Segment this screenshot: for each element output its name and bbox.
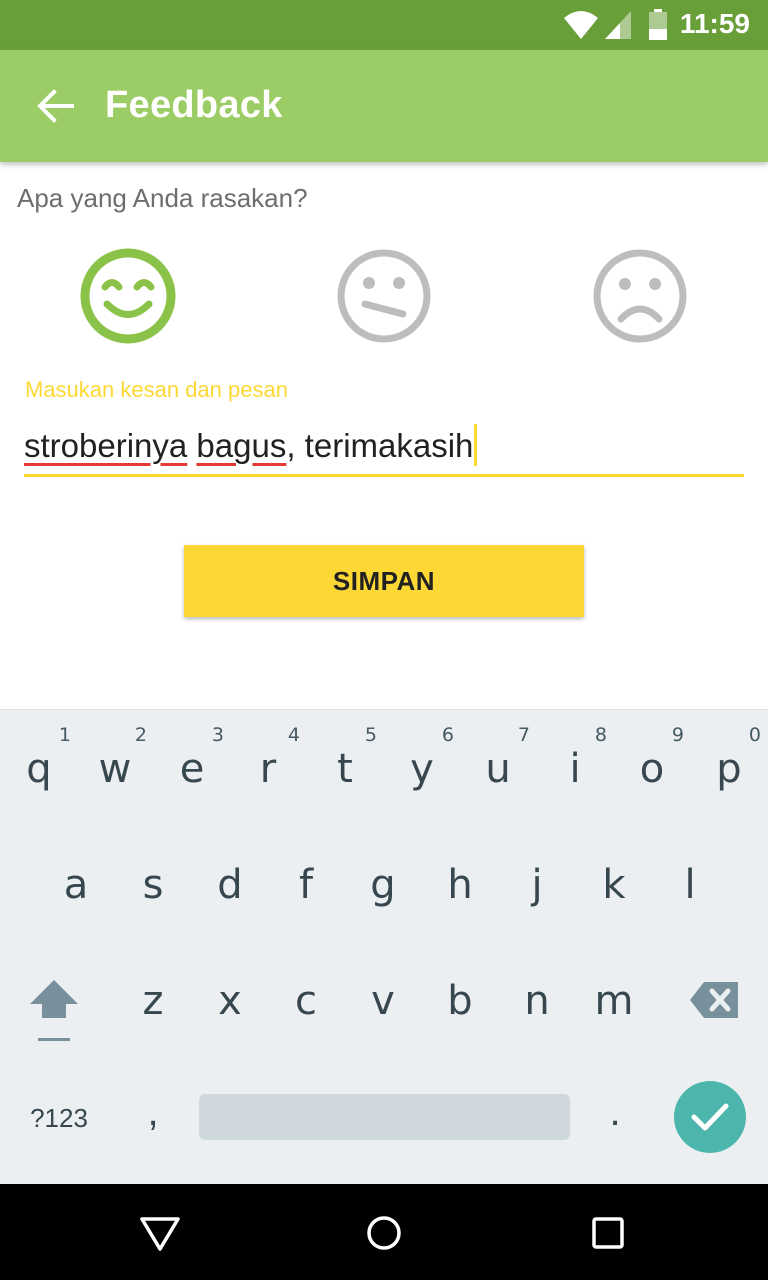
key-b[interactable]: b [422,942,498,1052]
happy-face-icon[interactable] [79,247,177,345]
check-icon [691,1103,729,1131]
key-t[interactable]: 5t [307,710,383,820]
key-q[interactable]: 1q [1,710,77,820]
key-label: w [98,746,132,792]
save-button[interactable]: SIMPAN [184,545,584,617]
key-label: l [684,862,696,908]
feedback-input[interactable]: stroberinya bagus, terimakasih [24,418,744,477]
key-label: r [259,746,277,792]
key-e[interactable]: 3e [154,710,230,820]
key-label: t [337,746,353,792]
key-hint: 4 [287,724,300,746]
sad-face-icon[interactable] [591,247,689,345]
symbols-key[interactable]: ?123 [14,1098,104,1148]
key-h[interactable]: h [422,826,498,936]
key-hint: 0 [748,724,761,746]
key-p[interactable]: 0p [691,710,767,820]
mood-question: Apa yang Anda rasakan? [17,183,308,213]
status-time: 11:59 [679,8,750,39]
input-text-rest: , terimakasih [286,427,474,464]
key-label: a [63,862,89,908]
key-g[interactable]: g [345,826,421,936]
space-key[interactable] [199,1094,570,1140]
neutral-face-icon[interactable] [335,247,433,345]
key-f[interactable]: f [268,826,344,936]
back-arrow-icon[interactable] [36,88,76,124]
key-label: b [447,978,473,1024]
key-label: p [716,746,742,792]
key-a[interactable]: a [38,826,114,936]
text-cursor [474,424,478,466]
key-label: q [26,746,52,792]
system-nav-bar [0,1184,768,1280]
key-x[interactable]: x [192,942,268,1052]
key-label: i [569,746,581,792]
misspelled-word: bagus [196,427,287,464]
key-label: m [594,978,634,1024]
key-label: h [447,862,473,908]
key-o[interactable]: 9o [614,710,690,820]
key-label: u [485,746,511,792]
key-hint: 5 [364,724,377,746]
key-m[interactable]: m [576,942,652,1052]
key-k[interactable]: k [576,826,652,936]
feedback-input-label: Masukan kesan dan pesan [25,377,288,402]
page-title: Feedback [105,84,283,126]
key-label: g [370,862,396,908]
nav-back-icon[interactable] [135,1208,185,1258]
key-label: f [298,862,314,908]
key-hint: 7 [517,724,530,746]
shift-key[interactable] [16,942,92,1052]
shift-arrow-icon [30,980,78,1041]
key-d[interactable]: d [192,826,268,936]
app-bar: Feedback [0,50,768,162]
key-u[interactable]: 7u [460,710,536,820]
key-v[interactable]: v [345,942,421,1052]
key-label: z [142,978,164,1024]
nav-home-icon[interactable] [359,1208,409,1258]
key-label: d [217,862,243,908]
key-r[interactable]: 4r [230,710,306,820]
key-hint: 6 [441,724,454,746]
key-label: c [295,978,317,1024]
key-label: s [142,862,164,908]
comma-key[interactable]: , [118,1090,188,1150]
key-label: e [179,746,205,792]
misspelled-word: stroberinya [24,427,188,464]
backspace-key[interactable] [676,942,752,1052]
key-y[interactable]: 6y [384,710,460,820]
status-bar: 11:59 [0,0,768,50]
key-label: k [602,862,626,908]
key-hint: 8 [594,724,607,746]
key-n[interactable]: n [499,942,575,1052]
key-w[interactable]: 2w [77,710,153,820]
key-l[interactable]: l [652,826,728,936]
key-z[interactable]: z [115,942,191,1052]
key-s[interactable]: s [115,826,191,936]
key-hint: 9 [671,724,684,746]
wifi-icon [564,11,598,39]
enter-key[interactable] [674,1081,746,1153]
key-label: v [371,978,395,1024]
period-key[interactable]: . [584,1090,646,1150]
backspace-icon [690,982,738,1018]
key-hint: 2 [134,724,147,746]
signal-icon [605,11,631,39]
battery-icon [649,9,667,40]
key-label: o [639,746,665,792]
key-hint: 1 [58,724,71,746]
key-label: x [218,978,242,1024]
key-i[interactable]: 8i [537,710,613,820]
nav-recent-apps-icon[interactable] [583,1208,633,1258]
key-c[interactable]: c [268,942,344,1052]
key-label: j [531,862,543,908]
key-label: y [410,746,434,792]
key-label: n [524,978,550,1024]
feedback-input-value: stroberinya bagus, terimakasih [24,424,478,466]
key-hint: 3 [211,724,224,746]
soft-keyboard: 1q 2w 3e 4r 5t 6y 7u 8i 9o 0p a s d f g … [0,709,768,1184]
key-j[interactable]: j [499,826,575,936]
